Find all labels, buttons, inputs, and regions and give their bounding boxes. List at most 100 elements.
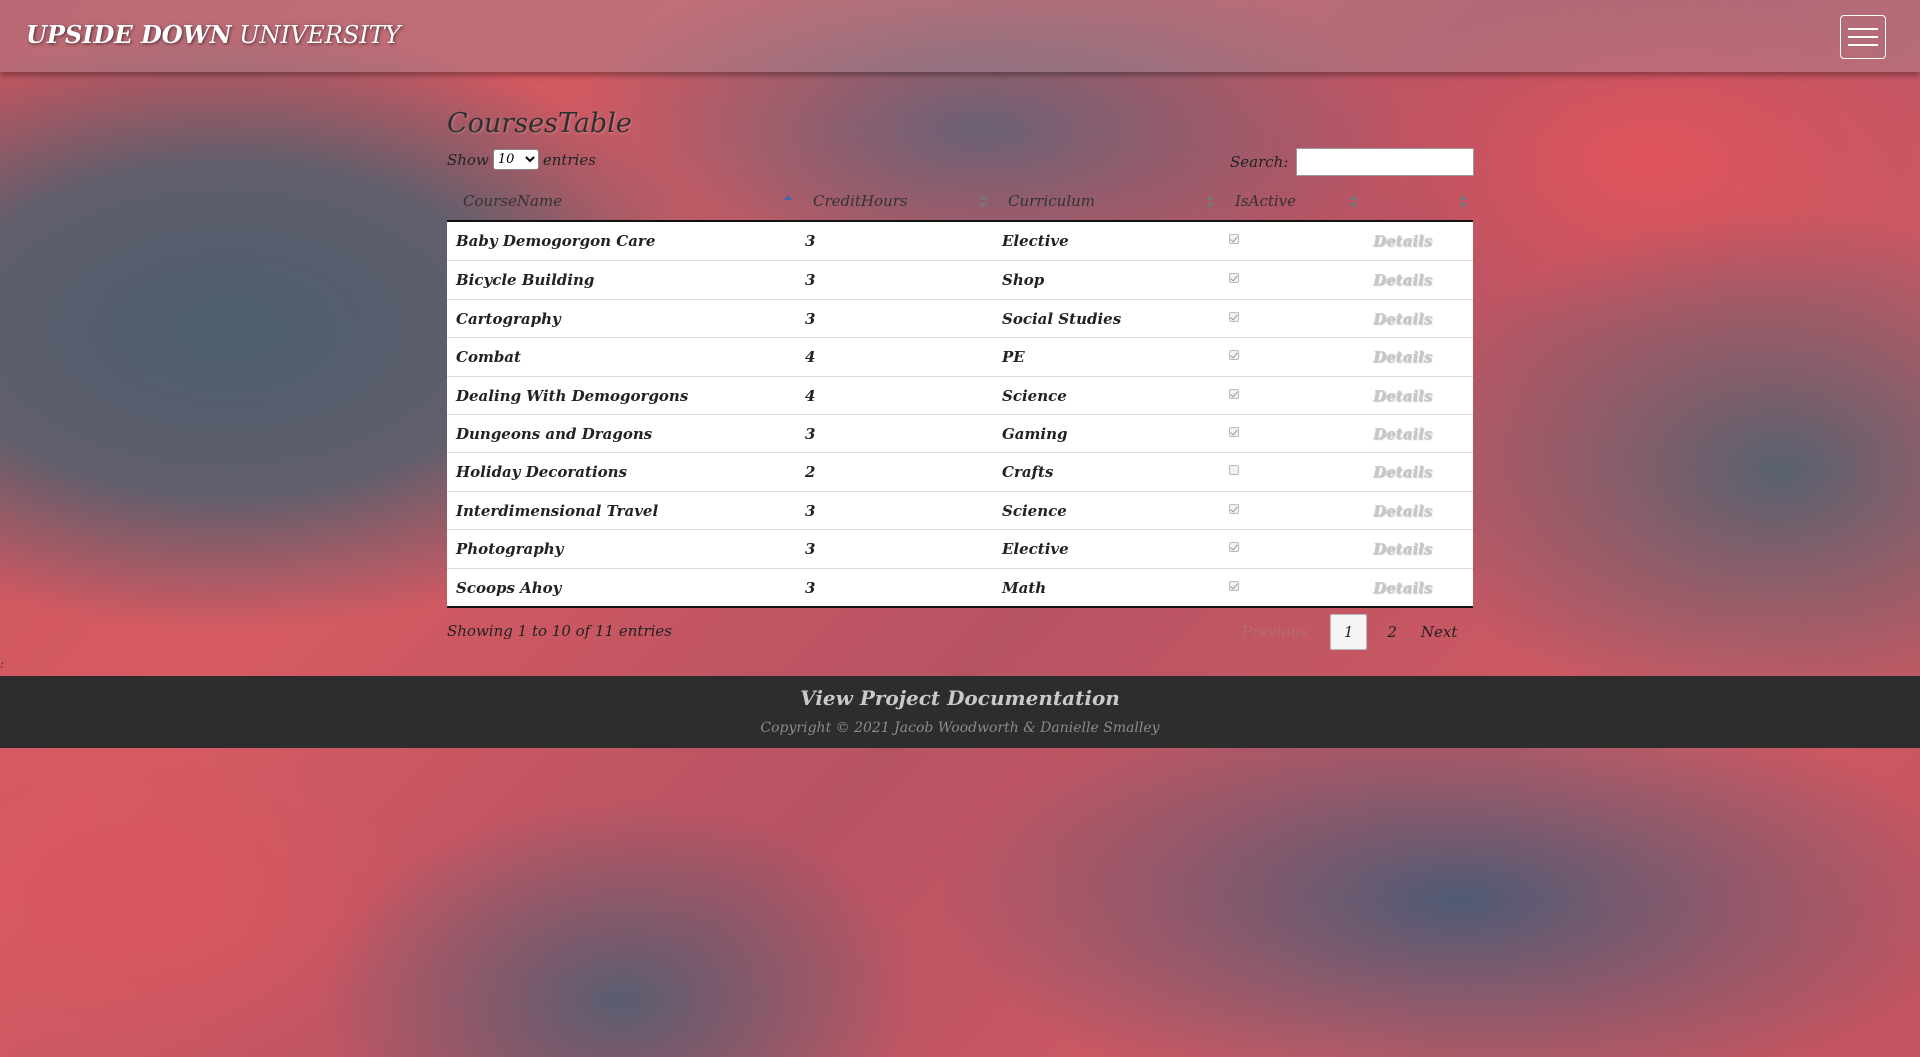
brand-logo[interactable]: UPSIDE DOWN UNIVERSITY [26,20,401,49]
details-link[interactable]: Details [1373,271,1432,289]
hamburger-icon [1848,28,1878,30]
course-name-cell: Dungeons and Dragons [456,424,653,443]
course-name-cell: Interdimensional Travel [456,501,659,520]
table-row: Scoops Ahoy 3 Math Details [447,567,1473,606]
credit-hours-cell: 4 [805,386,816,405]
isactive-cell [1229,311,1239,322]
course-name-cell: Baby Demogorgon Care [456,232,656,250]
credit-hours-cell: 3 [805,271,816,290]
details-link[interactable]: Details [1373,502,1432,520]
curriculum-cell: Crafts [1002,463,1054,482]
project-documentation-link[interactable]: View Project Documentation [0,686,1920,710]
isactive-checkbox[interactable] [1229,426,1239,437]
credit-hours-cell: 3 [805,309,816,328]
credit-hours-cell: 3 [805,232,816,250]
course-name-cell: Holiday Decorations [456,463,628,482]
hamburger-icon-line [1848,44,1878,46]
isactive-checkbox[interactable] [1229,503,1239,514]
courses-table-body: Baby Demogorgon Care 3 Elective Details … [447,222,1473,608]
column-header-curriculum[interactable]: Curriculum [1008,192,1095,210]
show-label: Show [447,150,489,169]
next-page-button[interactable]: Next [1409,615,1470,649]
table-row: Baby Demogorgon Care 3 Elective Details [447,222,1473,260]
table-row: Dungeons and Dragons 3 Gaming Details [447,413,1473,452]
entries-length-select[interactable]: 10 [492,149,539,170]
page-button-1[interactable]: 1 [1329,614,1368,650]
sort-asc-icon[interactable] [783,194,793,210]
isactive-checkbox[interactable] [1229,273,1239,284]
sort-icon[interactable] [1458,194,1468,210]
details-link[interactable]: Details [1373,425,1432,443]
details-link[interactable]: Details [1373,387,1432,405]
isactive-checkbox[interactable] [1229,542,1239,553]
curriculum-cell: Social Studies [1002,309,1122,328]
stray-text: : [0,657,5,671]
isactive-cell [1229,234,1239,244]
isactive-checkbox[interactable] [1229,234,1239,244]
course-name-cell: Dealing With Demogorgons [456,386,689,405]
curriculum-cell: Science [1002,501,1067,520]
details-link[interactable]: Details [1373,579,1432,597]
entries-length-control: Show 10 entries [447,149,596,170]
previous-page-button[interactable]: Previous [1230,615,1320,649]
details-link[interactable]: Details [1373,310,1432,328]
table-row: Holiday Decorations 2 Crafts Details [447,452,1473,490]
course-name-cell: Scoops Ahoy [456,578,562,597]
column-header-credithours[interactable]: CreditHours [813,192,908,210]
brand-thin-text: UNIVERSITY [239,21,401,49]
details-link[interactable]: Details [1373,463,1432,481]
curriculum-cell: Science [1002,386,1067,405]
credit-hours-cell: 3 [805,540,816,559]
isactive-checkbox[interactable] [1229,311,1239,322]
curriculum-cell: Elective [1002,540,1069,559]
page-button-2[interactable]: 2 [1375,615,1409,649]
table-row: Combat 4 PE Details [447,337,1473,375]
table-row: Dealing With Demogorgons 4 Science Detai… [447,375,1473,414]
course-name-cell: Cartography [456,309,561,328]
curriculum-cell: PE [1002,348,1025,367]
isactive-cell [1229,388,1239,399]
sort-icon[interactable] [978,194,988,210]
entries-label: entries [542,150,596,169]
sort-icon[interactable] [1348,194,1358,210]
curriculum-cell: Math [1002,578,1047,597]
hamburger-icon-line [1848,36,1878,38]
isactive-checkbox[interactable] [1229,465,1239,476]
footer: View Project Documentation Copyright © 2… [0,676,1920,748]
credit-hours-cell: 4 [805,348,816,367]
sort-icon[interactable] [1205,194,1215,210]
table-row: Interdimensional Travel 3 Science Detail… [447,490,1473,529]
curriculum-cell: Shop [1002,271,1045,290]
credit-hours-cell: 2 [805,463,816,482]
isactive-cell [1229,542,1239,553]
isactive-checkbox[interactable] [1229,350,1239,361]
details-link[interactable]: Details [1373,540,1432,558]
table-row: Photography 3 Elective Details [447,529,1473,567]
copyright-text: Copyright © 2021 Jacob Woodworth & Danie… [760,720,1160,736]
isactive-cell [1229,426,1239,437]
isactive-cell [1229,273,1239,284]
search-input[interactable] [1296,148,1475,176]
search-control: Search: [1230,148,1475,176]
brand-bold-text: UPSIDE DOWN [26,20,232,49]
table-header: CourseName CreditHours Curriculum IsActi… [447,186,1473,222]
isactive-cell [1229,350,1239,361]
isactive-checkbox[interactable] [1229,580,1239,591]
credit-hours-cell: 3 [805,501,816,520]
table-info-text: Showing 1 to 10 of 11 entries [447,622,672,640]
hamburger-menu-button[interactable] [1840,15,1886,59]
isactive-checkbox[interactable] [1229,388,1239,399]
table-row: Bicycle Building 3 Shop Details [447,260,1473,298]
isactive-cell [1229,580,1239,591]
credit-hours-cell: 3 [805,578,816,597]
column-header-coursename[interactable]: CourseName [463,192,562,210]
isactive-cell [1229,503,1239,514]
column-header-isactive[interactable]: IsActive [1235,192,1296,210]
search-label: Search: [1230,153,1289,171]
pagination: Previous 1 2 Next [1230,612,1469,652]
isactive-cell [1229,465,1239,476]
credit-hours-cell: 3 [805,424,816,443]
curriculum-cell: Gaming [1002,424,1068,443]
details-link[interactable]: Details [1373,348,1432,366]
details-link[interactable]: Details [1373,232,1432,250]
